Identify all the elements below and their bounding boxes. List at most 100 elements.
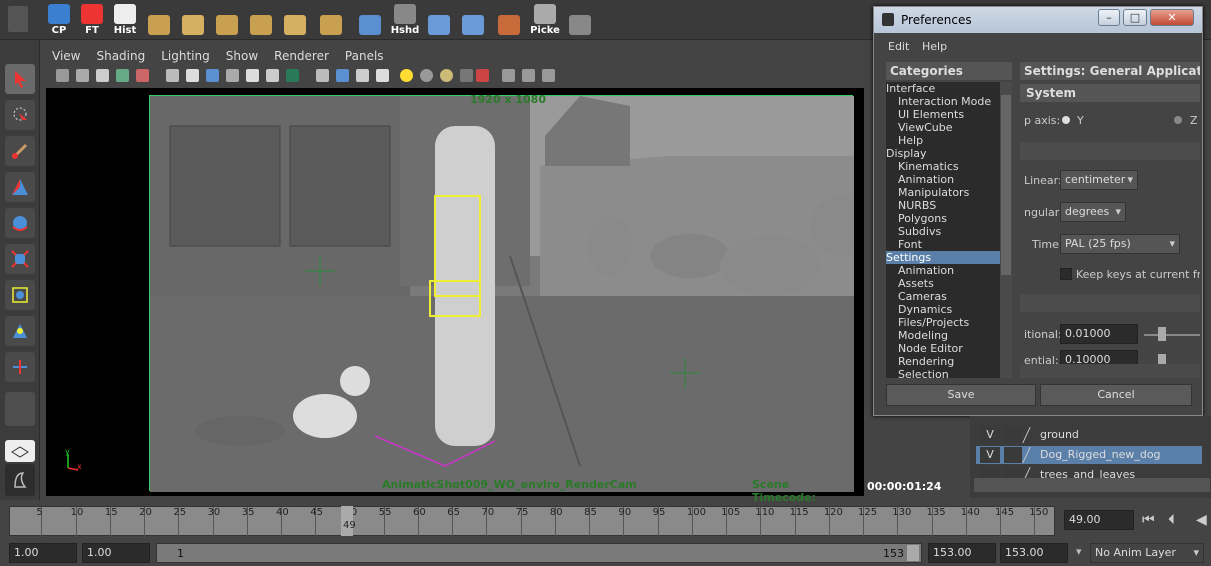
category-item[interactable]: Polygons [886,212,1000,225]
category-item[interactable]: Selection [886,368,1000,378]
safe-action-icon[interactable] [266,69,279,82]
category-item[interactable]: Font [886,238,1000,251]
shelf-grip-icon[interactable] [8,6,28,32]
xray-components-icon[interactable] [542,69,555,82]
category-item[interactable]: Modeling [886,329,1000,342]
category-item[interactable]: NURBS [886,199,1000,212]
positional-slider[interactable] [1144,334,1200,336]
playback-end-field[interactable]: 153.00 [928,543,996,563]
bookmark-icon[interactable] [96,69,109,82]
anim-layer-menu-icon[interactable]: ▾ [1076,545,1082,558]
template-toggle[interactable] [1004,427,1022,443]
use-all-lights-icon[interactable] [400,69,413,82]
screen-space-ao-icon[interactable] [440,69,453,82]
category-item[interactable]: Display [886,147,1000,160]
textured-icon[interactable] [376,69,389,82]
close-button[interactable]: ✕ [1150,9,1194,26]
manip-tool-icon[interactable] [5,280,35,310]
shelf-button-joint[interactable] [424,2,454,36]
settings-hscrollbar[interactable] [1020,364,1200,378]
shelf-button-deform[interactable] [316,2,346,36]
3d-viewport[interactable]: 1920 x 1080 AnimaticShot009_WO_enviro_Re… [46,88,941,504]
shadows-icon[interactable] [420,69,433,82]
category-item[interactable]: Files/Projects [886,316,1000,329]
xray-icon[interactable] [502,69,515,82]
category-item[interactable]: Assets [886,277,1000,290]
shelf-button-ft[interactable]: FT [77,2,107,36]
category-item[interactable]: Animation [886,173,1000,186]
range-slider[interactable]: 1 153 [156,543,922,563]
empty-tool-slot[interactable] [5,392,35,426]
time-slider[interactable]: 5101520253035404550556065707580859095100… [0,502,1211,540]
save-button[interactable]: Save [886,384,1036,406]
shelf-button-picker[interactable]: Picke [530,2,560,36]
shelf-button-ik[interactable] [458,2,488,36]
scale-tool-icon[interactable] [5,244,35,274]
category-item[interactable]: Settings [886,251,1000,264]
positional-slider-handle[interactable] [1158,327,1166,341]
anim-start-field[interactable]: 1.00 [9,543,77,563]
paint-select-icon[interactable] [5,136,35,166]
grid-icon[interactable] [166,69,179,82]
up-axis-z-radio[interactable] [1174,116,1182,124]
category-item[interactable]: Animation [886,264,1000,277]
panel-menu-lighting[interactable]: Lighting [153,46,218,66]
menu-edit[interactable]: Edit [888,40,909,53]
time-units-dropdown[interactable]: PAL (25 fps) [1060,234,1180,254]
shelf-button-history[interactable]: Hist [110,2,140,36]
shelf-button-cone[interactable] [355,2,385,36]
menu-help[interactable]: Help [922,40,947,53]
up-axis-y-radio[interactable] [1062,116,1070,124]
visibility-toggle[interactable]: V [980,447,1000,463]
xray-joints-icon[interactable] [522,69,535,82]
lasso-tool-icon[interactable] [5,100,35,130]
last-tool-icon[interactable] [5,352,35,382]
anim-layer-dropdown[interactable]: No Anim Layer [1090,543,1204,563]
linear-units-dropdown[interactable]: centimeter [1060,170,1138,190]
layout-single-icon[interactable] [5,440,35,462]
category-item[interactable]: Rendering [886,355,1000,368]
category-item[interactable]: Kinematics [886,160,1000,173]
time-ruler[interactable]: 5101520253035404550556065707580859095100… [9,506,1055,537]
panel-menu-show[interactable]: Show [218,46,266,66]
step-back-icon[interactable]: ⏴ [1168,512,1175,528]
shelf-button-python[interactable] [565,2,595,36]
camera-attrs-icon[interactable] [76,69,89,82]
outliner-hscrollbar[interactable] [974,478,1210,492]
category-item[interactable]: Manipulators [886,186,1000,199]
wireframe-icon[interactable] [316,69,329,82]
shelf-button-lattice[interactable] [280,2,310,36]
category-item[interactable]: Cameras [886,290,1000,303]
wire-on-shaded-icon[interactable] [356,69,369,82]
play-back-icon[interactable]: ◀ [1196,512,1207,528]
shelf-button-cp[interactable]: CP [44,2,74,36]
positional-field[interactable]: 0.01000 [1060,324,1138,344]
shelf-button-uv[interactable] [212,2,242,36]
select-tool-icon[interactable] [5,64,35,94]
field-chart-icon[interactable] [246,69,259,82]
panel-menu-view[interactable]: View [44,46,88,66]
preferences-titlebar[interactable]: Preferences – □ ✕ [874,7,1202,33]
minimize-button[interactable]: – [1098,9,1120,26]
category-item[interactable]: Help [886,134,1000,147]
category-item[interactable]: Node Editor [886,342,1000,355]
cancel-button[interactable]: Cancel [1040,384,1192,406]
motion-blur-icon[interactable] [460,69,473,82]
image-plane-icon[interactable] [116,69,129,82]
isolate-select-icon[interactable] [476,69,489,82]
shelf-button-checker[interactable] [246,2,276,36]
camera-select-icon[interactable] [56,69,69,82]
film-gate-icon[interactable] [186,69,199,82]
safe-title-icon[interactable] [286,69,299,82]
template-toggle[interactable] [1004,447,1022,463]
category-item[interactable]: ViewCube [886,121,1000,134]
rotate-tool-icon[interactable] [5,208,35,238]
layout-persp-icon[interactable] [5,464,35,496]
anim-end-field[interactable]: 153.00 [1000,543,1068,563]
category-item[interactable]: Interface [886,82,1000,95]
shelf-button-plane[interactable] [178,2,208,36]
shelf-button-paint[interactable] [494,2,524,36]
categories-list[interactable]: Interface Interaction Mode UI Elements View… [886,82,1000,378]
move-tool-icon[interactable] [5,172,35,202]
outliner-row[interactable]: V Dog_Rigged_new_dog [976,446,1202,464]
